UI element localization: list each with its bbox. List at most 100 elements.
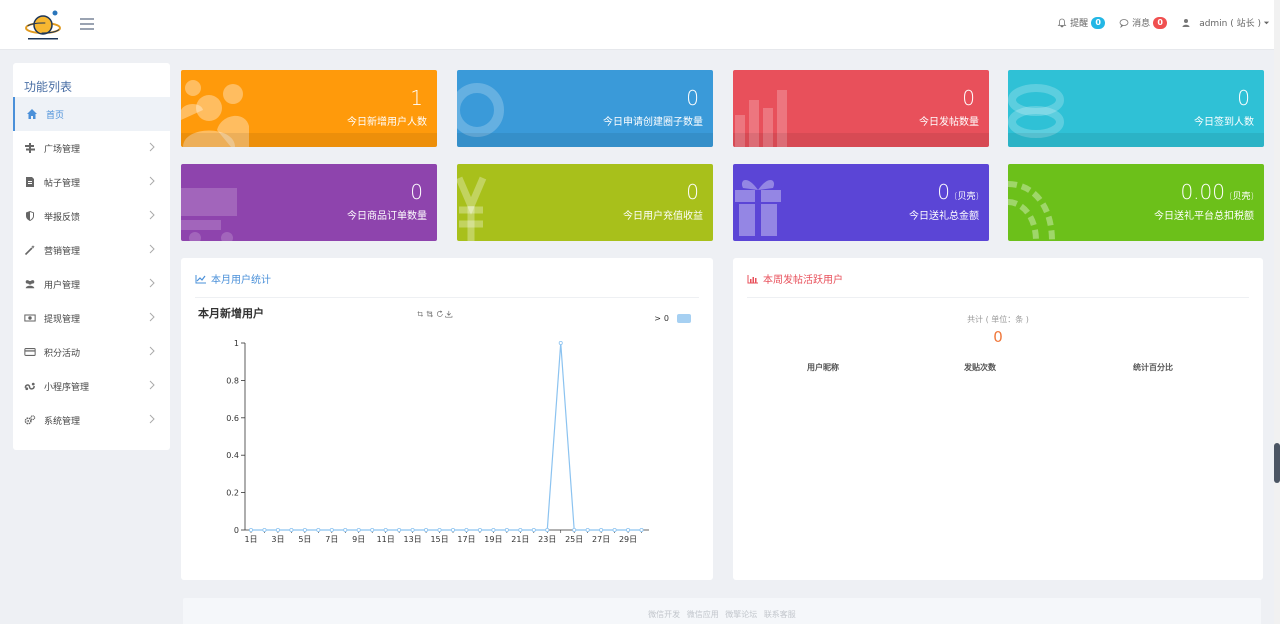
sidebar-item-label: 广场管理: [44, 144, 81, 155]
x-tick-label: 25日: [565, 535, 583, 544]
data-point: [585, 527, 590, 532]
series-line: [251, 342, 642, 531]
stat-value: 0: [686, 180, 699, 204]
user-label: admin ( 站长 ): [1199, 19, 1261, 29]
data-point: [518, 527, 523, 532]
new-users-line-chart: 00.20.40.60.811日 3日 5日 7日 9日 11日 13日 15日 17日 19日 2…: [226, 339, 649, 544]
message-label: 消息: [1132, 19, 1151, 29]
stat-value: 0: [962, 86, 975, 110]
stat-label: 今日签到人数: [1194, 117, 1254, 128]
stat-card-gift-tax[interactable]: 0.00 (贝壳) 今日送礼平台总扣税额: [1008, 164, 1264, 241]
chevron-right-icon: [149, 346, 155, 356]
stat-label: 今日送礼平台总扣税额: [1154, 211, 1254, 222]
data-point: [410, 527, 415, 532]
user-menu[interactable]: admin ( 站长 ): [1181, 16, 1270, 29]
money-icon: [24, 312, 36, 324]
sidebar-item-posts[interactable]: 帖子管理: [13, 165, 170, 199]
column-header: 用户昵称: [807, 363, 839, 372]
stat-card-posts[interactable]: 0 今日发帖数量: [733, 70, 989, 147]
data-point: [262, 527, 267, 532]
remind-count-badge: 0: [1091, 16, 1106, 29]
signpost-icon: [24, 142, 36, 154]
stat-label: 今日商品订单数量: [347, 211, 427, 222]
stat-label: 今日送礼总金额: [909, 211, 979, 222]
stat-card-orders[interactable]: 0 今日商品订单数量: [181, 164, 437, 241]
data-point: [450, 527, 455, 532]
column-header: 统计百分比: [1133, 363, 1173, 372]
sidebar-item-miniprogram[interactable]: 小程序管理: [13, 369, 170, 403]
stat-value: 0 (贝壳): [937, 180, 979, 204]
stat-card-gifts[interactable]: 0 (贝壳) 今日送礼总金额: [733, 164, 989, 241]
x-tick-label: 29日: [619, 535, 637, 544]
data-point: [612, 527, 617, 532]
scrollbar-handle[interactable]: [1274, 443, 1280, 483]
stat-label: 今日新增用户人数: [347, 117, 427, 128]
chevron-right-icon: [149, 244, 155, 254]
x-tick-label: 3日: [271, 535, 284, 544]
panel-header: 本周发帖活跃用户: [747, 271, 843, 286]
totals-label: 共计 ( 单位：条 ): [967, 315, 1029, 324]
chevron-right-icon: [149, 210, 155, 220]
data-point: [531, 527, 536, 532]
menu-toggle-icon[interactable]: [80, 18, 94, 30]
column-header: 发贴次数: [964, 363, 996, 372]
caret-down-icon: [1263, 21, 1270, 25]
stat-card-circle-requests[interactable]: 0 今日申请创建圈子数量: [457, 70, 713, 147]
sidebar-item-points[interactable]: 积分活动: [13, 335, 170, 369]
data-point: [329, 527, 334, 532]
chevron-right-icon: [149, 278, 155, 288]
remind-button[interactable]: 提醒 0: [1057, 16, 1106, 29]
footer-link[interactable]: 微信应用: [687, 610, 719, 619]
x-tick-label: 19日: [484, 535, 502, 544]
sidebar-item-label: 用户管理: [44, 280, 81, 291]
totals-value: 0: [993, 328, 1003, 346]
x-tick-label: 15日: [430, 535, 448, 544]
sidebar-item-users[interactable]: 用户管理: [13, 267, 170, 301]
x-tick-label: 21日: [511, 535, 529, 544]
sidebar-item-label: 首页: [46, 110, 65, 121]
scrollbar-track[interactable]: [1274, 0, 1280, 624]
chevron-right-icon: [149, 380, 155, 390]
credit-card-icon: [24, 346, 36, 358]
sidebar-item-system[interactable]: 系统管理: [13, 403, 170, 437]
footer-link[interactable]: 微信开发: [648, 610, 680, 619]
stat-value: 0: [1237, 86, 1250, 110]
sidebar-item-withdraw[interactable]: 提现管理: [13, 301, 170, 335]
stat-card-new-users[interactable]: 1 今日新增用户人数: [181, 70, 437, 147]
sidebar-item-reports[interactable]: 举报反馈: [13, 199, 170, 233]
sidebar-title: 功能列表: [24, 80, 73, 94]
stat-card-recharge[interactable]: 0 今日用户充值收益: [457, 164, 713, 241]
footer-link[interactable]: 联系客服: [764, 610, 796, 619]
stat-label: 今日用户充值收益: [623, 211, 703, 222]
document-icon: [24, 176, 36, 188]
message-button[interactable]: 消息 0: [1119, 16, 1168, 29]
sidebar-item-label: 提现管理: [44, 314, 81, 325]
x-tick-label: 7日: [325, 535, 338, 544]
y-tick-label: 1: [234, 339, 239, 348]
logo[interactable]: [24, 8, 62, 42]
shield-icon: [24, 210, 36, 222]
stat-card-checkins[interactable]: 0 今日签到人数: [1008, 70, 1264, 147]
stat-value: 0.00 (贝壳): [1180, 180, 1254, 204]
data-point: [639, 527, 644, 532]
yen-icon: [457, 176, 487, 241]
x-tick-label: 13日: [404, 535, 422, 544]
data-point: [356, 527, 361, 532]
y-tick-label: 0.2: [226, 489, 239, 498]
data-point: [437, 527, 442, 532]
x-tick-label: 23日: [538, 535, 556, 544]
x-tick-label: 27日: [592, 535, 610, 544]
sidebar-item-marketing[interactable]: 营销管理: [13, 233, 170, 267]
active-users-panel: 本周发帖活跃用户 共计 ( 单位：条 ) 0 用户昵称 发贴次数 统计百分比: [733, 258, 1263, 580]
sidebar-item-home[interactable]: 首页: [13, 97, 170, 131]
sidebar-item-square[interactable]: 广场管理: [13, 131, 170, 165]
user-icon: [1182, 18, 1190, 27]
stat-label: 今日申请创建圈子数量: [603, 117, 703, 128]
data-point: [383, 527, 388, 532]
footer-link[interactable]: 微擎论坛: [725, 610, 757, 619]
stat-value: 0: [686, 86, 699, 110]
data-point: [249, 527, 254, 532]
data-point: [275, 527, 280, 532]
stat-label: 今日发帖数量: [919, 117, 979, 128]
sidebar-item-label: 举报反馈: [44, 212, 81, 223]
